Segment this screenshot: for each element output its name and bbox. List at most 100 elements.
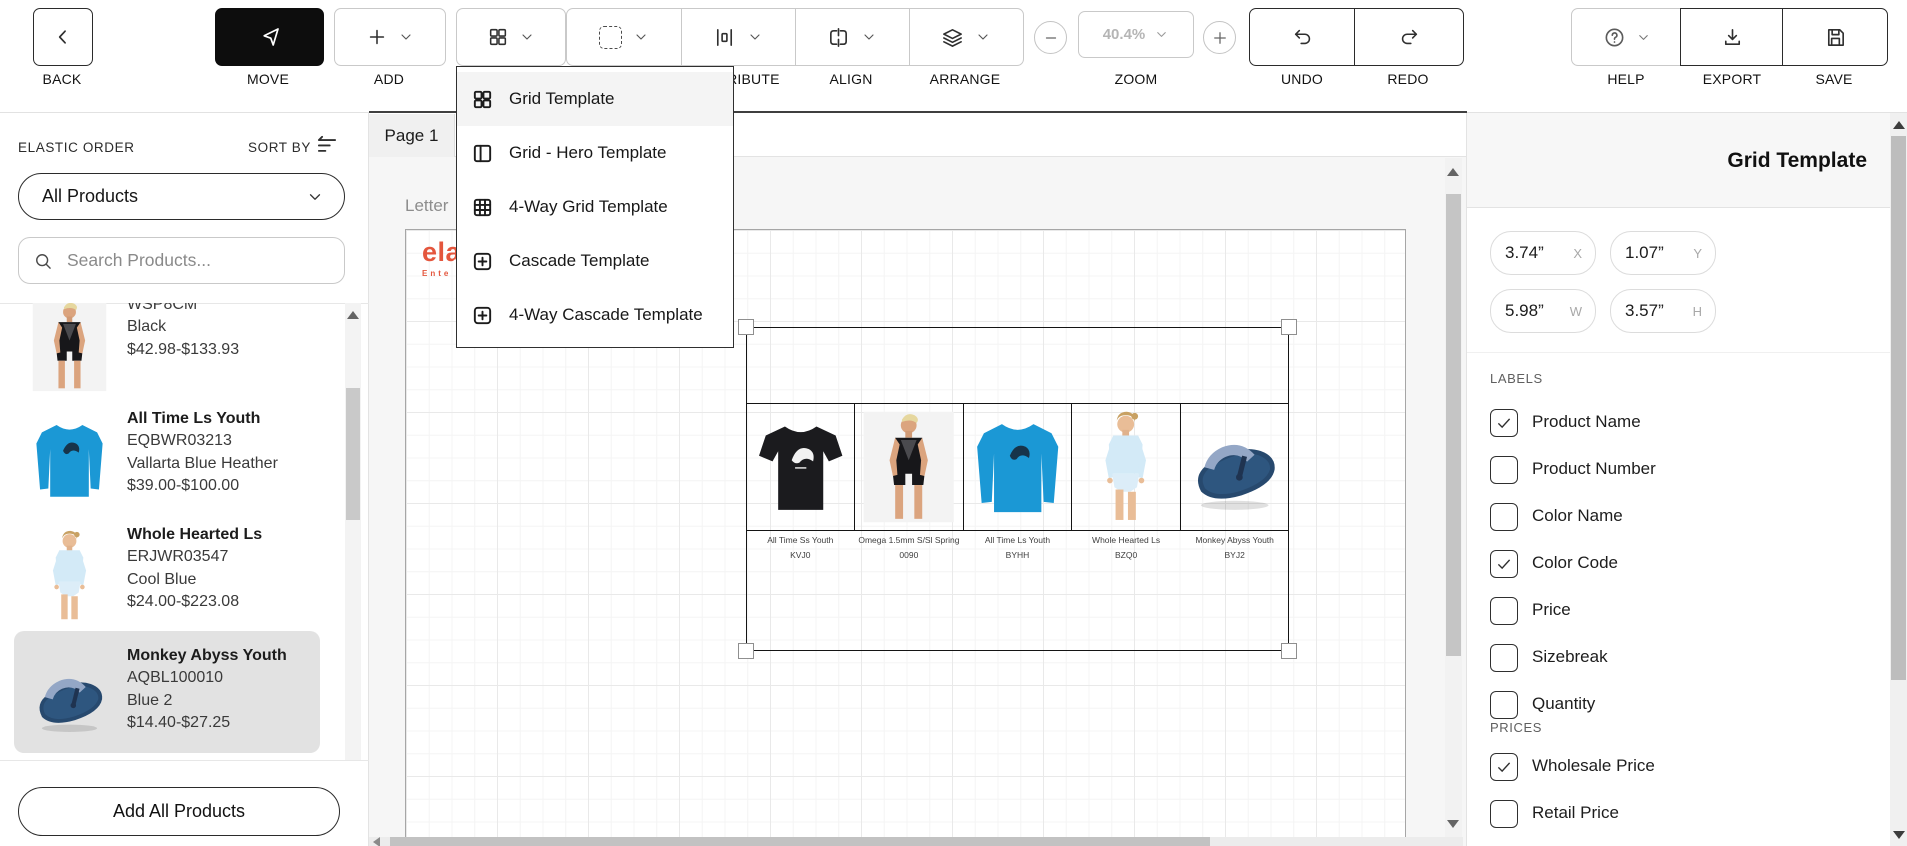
scroll-down-icon[interactable] bbox=[1447, 820, 1459, 828]
checkbox-option: Price bbox=[1490, 597, 1656, 625]
product-sidebar: ELASTIC ORDER SORT BY All Products WSP8C… bbox=[0, 113, 369, 846]
help-button[interactable] bbox=[1571, 8, 1683, 66]
product-color: Black bbox=[127, 316, 239, 338]
product-price: $39.00-$100.00 bbox=[127, 475, 278, 497]
arrange-label: ARRANGE bbox=[895, 71, 1035, 87]
undo-icon bbox=[1292, 26, 1314, 48]
arrange-tool-button[interactable] bbox=[909, 9, 1023, 65]
product-list-item[interactable]: Monkey Abyss Youth AQBL100010 Blue 2 $14… bbox=[0, 639, 345, 760]
template-menu-item[interactable]: Cascade Template bbox=[457, 234, 733, 288]
download-icon bbox=[1721, 26, 1744, 49]
checkbox-label: Color Code bbox=[1532, 550, 1618, 573]
sidebar-scrollbar-track[interactable] bbox=[345, 303, 361, 760]
checkbox-label: Price bbox=[1532, 597, 1571, 620]
resize-handle-bottom-right[interactable] bbox=[1281, 643, 1297, 659]
scroll-left-icon[interactable] bbox=[373, 837, 380, 846]
checkbox-option: Color Code bbox=[1490, 550, 1656, 578]
chevron-down-icon bbox=[1154, 27, 1169, 42]
product-list-item[interactable]: Whole Hearted Ls ERJWR03547 Cool Blue $2… bbox=[0, 518, 345, 640]
tab-page-1[interactable]: Page 1 bbox=[369, 114, 455, 157]
toolbar: BACK MOVE ADD bbox=[0, 0, 1907, 113]
sort-by-label: SORT BY bbox=[248, 140, 311, 155]
export-button[interactable] bbox=[1680, 8, 1785, 66]
inspector-scrollbar-thumb[interactable] bbox=[1891, 136, 1906, 680]
undo-button[interactable] bbox=[1249, 8, 1357, 66]
dimension-input[interactable]: 1.07” Y bbox=[1610, 231, 1716, 275]
canvas-vscrollbar-thumb[interactable] bbox=[1446, 194, 1461, 656]
dimension-input[interactable]: 5.98” W bbox=[1490, 289, 1596, 333]
product-number: ERJWR03547 bbox=[127, 546, 262, 568]
position-fields: 3.74” X 1.07” Y 5.98” W 3.57” H bbox=[1490, 231, 1716, 333]
product-thumbnail bbox=[26, 530, 113, 622]
product-color: Blue 2 bbox=[127, 690, 287, 712]
zoom-out-button[interactable] bbox=[1034, 21, 1067, 54]
distribute-icon bbox=[713, 26, 736, 49]
product-thumbnail bbox=[26, 651, 113, 743]
selection-outline[interactable] bbox=[746, 327, 1289, 651]
product-list-item[interactable]: All Time Ls Youth EQBWR03213 Vallarta Bl… bbox=[0, 402, 345, 524]
dimension-input[interactable]: 3.74” X bbox=[1490, 231, 1596, 275]
canvas-hscrollbar-thumb[interactable] bbox=[390, 837, 1210, 846]
zoom-level-dropdown[interactable]: 40.4% bbox=[1078, 11, 1194, 58]
checkbox[interactable] bbox=[1490, 409, 1518, 437]
product-color: Vallarta Blue Heather bbox=[127, 453, 278, 475]
resize-handle-bottom-left[interactable] bbox=[738, 643, 754, 659]
chevron-down-icon bbox=[398, 29, 414, 45]
inspector-title: Grid Template bbox=[1467, 113, 1907, 208]
resize-handle-top-left[interactable] bbox=[738, 319, 754, 335]
add-button[interactable] bbox=[334, 8, 446, 66]
help-icon bbox=[1603, 26, 1626, 49]
scroll-down-icon[interactable] bbox=[1893, 831, 1905, 839]
check-icon bbox=[1495, 414, 1513, 432]
template-menu-item-label: Grid Template bbox=[509, 89, 615, 109]
sort-icon[interactable] bbox=[314, 133, 340, 159]
product-thumbnail bbox=[26, 303, 113, 392]
checkbox[interactable] bbox=[1490, 456, 1518, 484]
add-all-products-button[interactable]: Add All Products bbox=[18, 787, 340, 836]
product-filter-select[interactable]: All Products bbox=[18, 173, 345, 220]
minus-icon bbox=[1042, 29, 1060, 47]
checkbox-label: Quantity bbox=[1532, 691, 1595, 714]
checkbox-option: Quantity bbox=[1490, 691, 1656, 719]
template-tool-button[interactable] bbox=[456, 8, 566, 66]
product-name: Monkey Abyss Youth bbox=[127, 645, 287, 667]
template-dropdown-menu: Grid Template Grid - Hero Template 4-Way… bbox=[456, 66, 734, 348]
template-menu-item[interactable]: 4-Way Cascade Template bbox=[457, 288, 733, 342]
template-menu-item[interactable]: Grid Template bbox=[457, 72, 733, 126]
checkbox[interactable] bbox=[1490, 691, 1518, 719]
sidebar-scrollbar-thumb[interactable] bbox=[346, 388, 360, 520]
chevron-down-icon bbox=[519, 29, 535, 45]
template-menu-item[interactable]: 4-Way Grid Template bbox=[457, 180, 733, 234]
redo-button[interactable] bbox=[1354, 8, 1464, 66]
checkbox[interactable] bbox=[1490, 550, 1518, 578]
checkbox-option: Color Name bbox=[1490, 503, 1656, 531]
template-menu-item[interactable]: Grid - Hero Template bbox=[457, 126, 733, 180]
checkbox[interactable] bbox=[1490, 644, 1518, 672]
back-button[interactable] bbox=[33, 8, 93, 66]
scroll-up-icon[interactable] bbox=[1447, 168, 1459, 176]
price-options-list: Wholesale Price Retail Price bbox=[1490, 753, 1655, 828]
move-tool-button[interactable] bbox=[215, 8, 324, 66]
checkbox[interactable] bbox=[1490, 597, 1518, 625]
save-button[interactable] bbox=[1782, 8, 1888, 66]
zoom-level-value: 40.4% bbox=[1103, 26, 1146, 43]
sidebar-divider bbox=[0, 760, 369, 761]
move-cursor-icon bbox=[258, 25, 282, 49]
zoom-in-button[interactable] bbox=[1203, 21, 1236, 54]
dimension-axis-label: X bbox=[1573, 246, 1582, 261]
select-tool-button[interactable] bbox=[567, 9, 682, 65]
checkbox[interactable] bbox=[1490, 503, 1518, 531]
page-size-label: Letter bbox=[405, 196, 448, 216]
scroll-up-icon[interactable] bbox=[347, 311, 359, 319]
align-tool-button[interactable] bbox=[795, 9, 910, 65]
template-menu-item-icon bbox=[471, 142, 494, 165]
scroll-up-icon[interactable] bbox=[1893, 121, 1905, 129]
resize-handle-top-right[interactable] bbox=[1281, 319, 1297, 335]
checkbox[interactable] bbox=[1490, 800, 1518, 828]
distribute-tool-button[interactable] bbox=[681, 9, 796, 65]
checkbox[interactable] bbox=[1490, 753, 1518, 781]
product-info: Whole Hearted Ls ERJWR03547 Cool Blue $2… bbox=[127, 524, 262, 614]
dimension-input[interactable]: 3.57” H bbox=[1610, 289, 1716, 333]
plus-icon bbox=[1211, 29, 1229, 47]
search-input[interactable] bbox=[65, 249, 330, 272]
